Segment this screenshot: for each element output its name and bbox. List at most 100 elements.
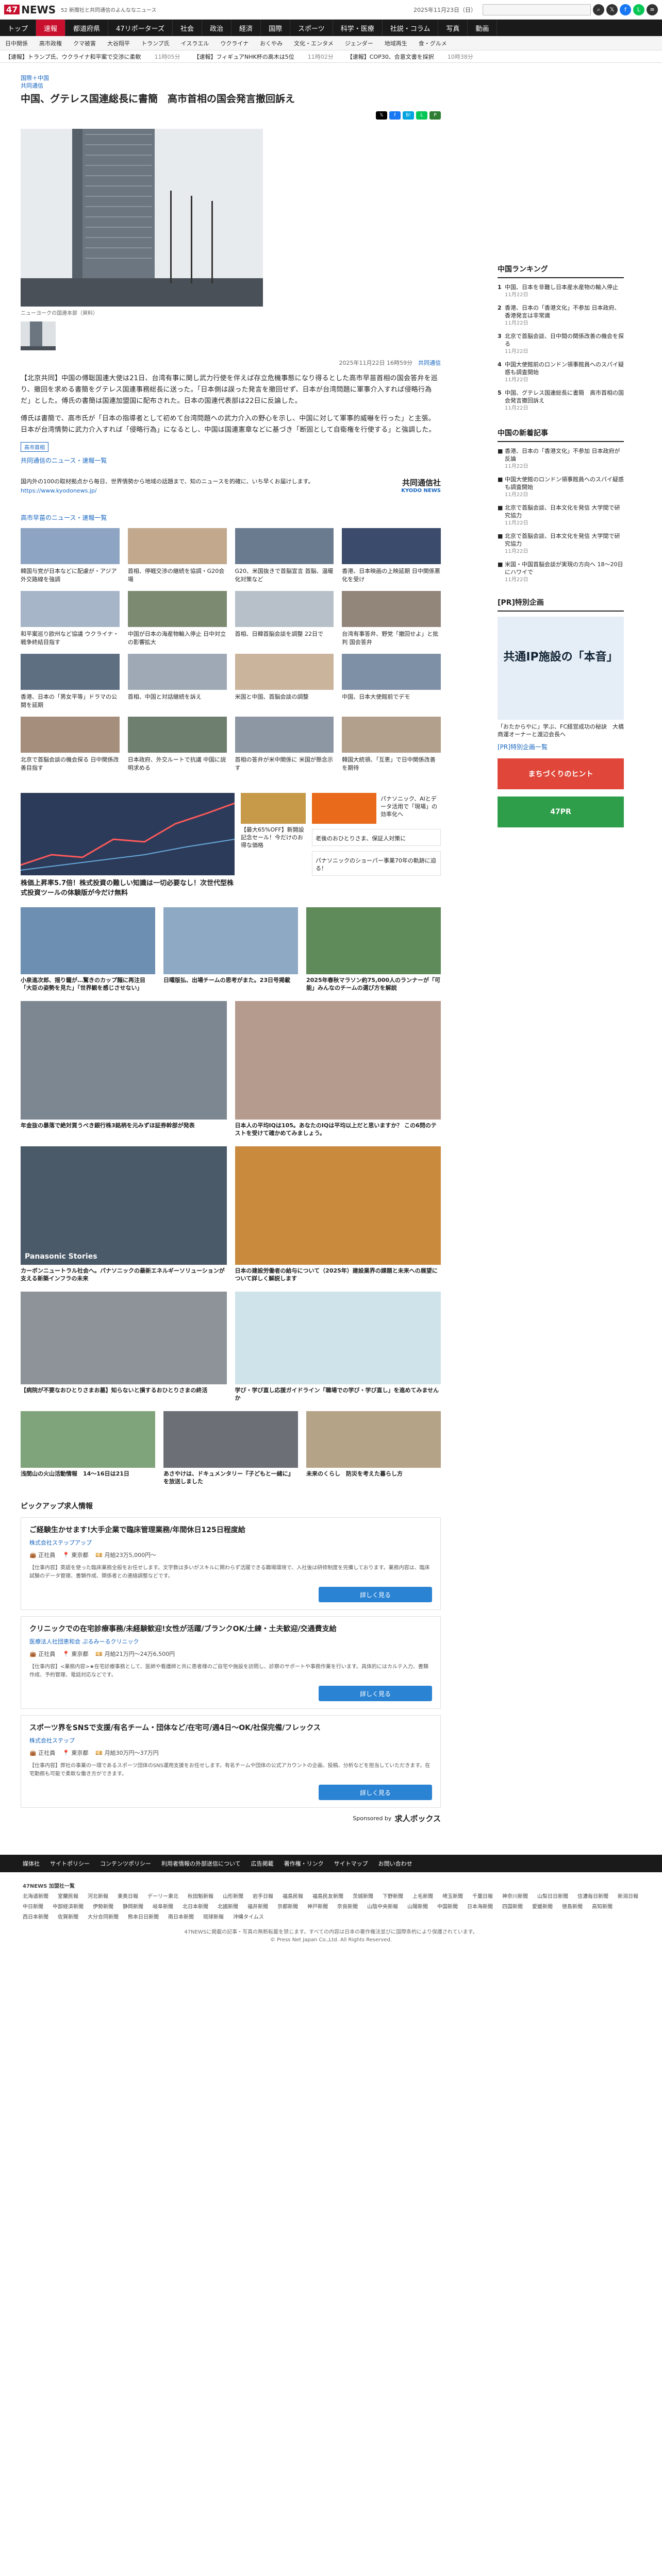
banner-machizukuri[interactable]: まちづくりのヒント <box>498 758 624 789</box>
footer-site-link[interactable]: 中国新聞 <box>437 1904 458 1911</box>
photo-thumbnail[interactable] <box>21 321 56 350</box>
footer-site-link[interactable]: 徳島新聞 <box>562 1904 583 1911</box>
job-detail-button[interactable]: 詳しく見る <box>319 1785 432 1800</box>
footer-nav-item[interactable]: サイトマップ <box>334 1859 368 1868</box>
nav-item[interactable]: 速報 <box>36 20 66 36</box>
new-article-item[interactable]: ■ 香港、日本の「香港文化」不参加 日本政府が反論 11月22日 <box>498 447 624 470</box>
job-detail-button[interactable]: 詳しく見る <box>319 1686 432 1701</box>
footer-site-link[interactable]: 山陽新聞 <box>407 1904 428 1911</box>
job-company[interactable]: 医療法人社団恵和会 ぷるみーるクリニック <box>29 1637 432 1646</box>
ad-card[interactable]: 日本人の平均IQは105。あなたのIQは平均以上だと思いますか？ この6問のテス… <box>235 1001 441 1137</box>
footer-site-link[interactable]: 日本海新聞 <box>467 1904 493 1911</box>
nav-item[interactable]: 科学・医療 <box>333 20 383 36</box>
share-pocket-icon[interactable]: P <box>429 111 441 120</box>
x-icon[interactable]: 𝕏 <box>606 4 618 15</box>
sub-nav-item[interactable]: 地域再生 <box>385 39 407 47</box>
footer-nav-item[interactable]: サイトポリシー <box>50 1859 90 1868</box>
footer-site-link[interactable]: 北海道新聞 <box>23 1893 48 1901</box>
footer-site-link[interactable]: 岩手日報 <box>253 1893 273 1901</box>
sub-nav-item[interactable]: 大谷翔平 <box>107 39 130 47</box>
footer-site-link[interactable]: 東奥日報 <box>118 1893 138 1901</box>
ad-card[interactable]: 未来のくらし 防災を考えた暮らし方 <box>306 1411 441 1485</box>
ad-card[interactable]: 【病院が不要なおひとりさまお墓】知らないと損するおひとりさまの終活 <box>21 1292 227 1402</box>
sub-nav-item[interactable]: クマ被害 <box>73 39 96 47</box>
related-card[interactable]: 和平案巡り欧州など協議 ウクライナ・戦争終結目指す <box>21 591 120 647</box>
related-card[interactable]: 中国が日本の海産物輸入停止 日中対立の影響拡大 <box>127 591 227 647</box>
related-card[interactable]: 首相、日韓首脳会談を調整 22日で <box>235 591 334 647</box>
nav-item[interactable]: スポーツ <box>290 20 333 36</box>
ad-card[interactable] <box>312 793 376 824</box>
job-title[interactable]: ご経験生かせます!大手企業で臨床管理業務/年間休日125日程度給 <box>29 1525 432 1535</box>
footer-site-link[interactable]: 新潟日報 <box>618 1893 638 1901</box>
related-card[interactable]: 首相、停戦交渉の継続を協調・G20会場 <box>127 528 227 584</box>
new-article-item[interactable]: ■ 北京で首脳会談、日本文化を発信 大学間で研究協力 11月22日 <box>498 504 624 527</box>
footer-site-link[interactable]: 河北新報 <box>88 1893 108 1901</box>
footer-site-link[interactable]: 秋田魁新報 <box>188 1893 213 1901</box>
related-card[interactable]: G20、米国抜きで首脳宣言 首脳、温暖化対策など <box>235 528 334 584</box>
footer-site-link[interactable]: 沖縄タイムス <box>233 1914 264 1921</box>
line-icon[interactable]: L <box>633 4 644 15</box>
ranking-item[interactable]: 2 香港、日本の「香港文化」不参加 日本政府、香港発言は非常識 11月22日 <box>498 304 624 327</box>
ad-card[interactable]: 年金抜の暴落で絶対買うべき銀行株3銘柄を元みずほ証券幹部が発表 <box>21 1001 227 1137</box>
footer-site-link[interactable]: 北國新聞 <box>218 1904 238 1911</box>
footer-site-link[interactable]: 大分合同新聞 <box>88 1914 119 1921</box>
search-icon[interactable]: ⌕ <box>593 4 604 15</box>
nav-item[interactable]: 政治 <box>202 20 231 36</box>
nav-item[interactable]: 47リポーターズ <box>108 20 173 36</box>
related-card[interactable]: 韓国大統領、「互恵」で日中関係改善を期待 <box>342 717 441 772</box>
nav-item[interactable]: 都道府県 <box>65 20 109 36</box>
related-card[interactable]: 香港、日本の「男女平等」ドラマの公開を延期 <box>21 654 120 709</box>
footer-site-link[interactable]: 四国新聞 <box>502 1904 523 1911</box>
footer-site-link[interactable]: デーリー東北 <box>147 1893 178 1901</box>
footer-site-link[interactable]: 南日本新聞 <box>168 1914 194 1921</box>
nav-item[interactable]: 動画 <box>468 20 498 36</box>
ad-card[interactable]: パナソニック、AIとデータ活用で「現場」の効率化へ <box>380 793 441 824</box>
ad-card[interactable]: 老後のおひとりさま、保証人対策に <box>312 829 441 846</box>
banner-47pr[interactable]: 47PR <box>498 796 624 827</box>
footer-site-link[interactable]: 中部経済新聞 <box>53 1904 84 1911</box>
footer-site-link[interactable]: 愛媛新聞 <box>532 1904 553 1911</box>
footer-site-link[interactable]: 室蘭民報 <box>58 1893 78 1901</box>
pr-list-link[interactable]: [PR]特別企画一覧 <box>498 742 624 751</box>
kyodo-logo[interactable]: 共同通信社 KYODO NEWS <box>379 477 441 496</box>
sub-nav-item[interactable]: 文化・エンタメ <box>294 39 334 47</box>
ad-card[interactable]: 2025年春秋マラソン約75,000人のランナーが「可能」みんなのチームの選び方… <box>306 907 441 992</box>
job-title[interactable]: クリニックでの在宅診療事務/未経験歓迎!女性が活躍/ブランクOK/土練・土夫歓迎… <box>29 1624 432 1634</box>
ad-card[interactable]: 株価上昇率5.7倍！株式投資の難しい知識は一切必要なし！次世代型株式投資ツールの… <box>21 793 235 898</box>
new-article-item[interactable]: ■ 米国・中国首脳会談が実現の方向へ 18〜20日にハワイで 11月22日 <box>498 561 624 584</box>
search-input[interactable] <box>483 4 591 15</box>
ad-card[interactable]: あさやけは、ドキュメンタリー『子どもと一緒に』を放送しました <box>163 1411 298 1485</box>
job-title[interactable]: スポーツ界をSNSで支援/有名チーム・団体など/在宅可/週4日〜OK/社保完備/… <box>29 1723 432 1733</box>
footer-site-link[interactable]: 福井新聞 <box>247 1904 268 1911</box>
footer-site-link[interactable]: 神奈川新聞 <box>502 1893 528 1901</box>
job-detail-button[interactable]: 詳しく見る <box>319 1587 432 1602</box>
pr-banner[interactable]: 共通IP施設の「本音」 <box>498 617 624 720</box>
site-logo[interactable]: 47 NEWS <box>4 4 56 16</box>
ad-card[interactable]: 【最大65%OFF】新開設記念セール！今だけのお得な価格 <box>241 793 306 849</box>
facebook-icon[interactable]: f <box>620 4 631 15</box>
footer-site-link[interactable]: 上毛新聞 <box>412 1893 433 1901</box>
breadcrumb-category[interactable]: 国際＋中国 <box>21 74 441 82</box>
footer-site-link[interactable]: 下野新聞 <box>383 1893 403 1901</box>
footer-site-link[interactable]: 山形新聞 <box>223 1893 243 1901</box>
job-company[interactable]: 株式会社ステップアップ <box>29 1538 432 1547</box>
related-card[interactable]: 米国と中国、首脳会談の調整 <box>235 654 334 709</box>
related-card[interactable]: 首相の答弁が米中関係に 米国が懸念示す <box>235 717 334 772</box>
share-hatena-icon[interactable]: B! <box>403 111 414 120</box>
new-article-item[interactable]: ■ 北京で首脳会談、日本文化を発信 大学間で研究協力 11月22日 <box>498 532 624 555</box>
related-news-title[interactable]: 高市早苗のニュース・速報一覧 <box>21 513 441 522</box>
related-card[interactable]: 韓国与党が日本などに配慮が・アジア外交路線を強調 <box>21 528 120 584</box>
ad-card[interactable]: 学び・学び直し応援ガイドライン「職場での学び・学び直し」を進めてみませんか <box>235 1292 441 1402</box>
promo-link[interactable]: https://www.kyodonews.jp/ <box>21 487 97 494</box>
footer-site-link[interactable]: 千葉日報 <box>472 1893 493 1901</box>
footer-site-link[interactable]: 茨城新聞 <box>353 1893 373 1901</box>
footer-site-link[interactable]: 信濃毎日新聞 <box>577 1893 608 1901</box>
ticker-item[interactable]: 【速報】トランプ氏、ウクライナ和平案で交渉に柔軟 <box>5 53 141 61</box>
nav-item[interactable]: 社説・コラム <box>383 20 439 36</box>
menu-icon[interactable]: ≡ <box>647 4 658 15</box>
footer-site-link[interactable]: 岐阜新聞 <box>153 1904 173 1911</box>
breadcrumb-source[interactable]: 共同通信 <box>21 82 441 90</box>
footer-nav-item[interactable]: コンテンツポリシー <box>100 1859 151 1868</box>
ad-card[interactable]: Panasonic Stories カーボンニュートラル社会へ。パナソニックの最新… <box>21 1146 227 1282</box>
footer-site-link[interactable]: 奈良新聞 <box>337 1904 358 1911</box>
